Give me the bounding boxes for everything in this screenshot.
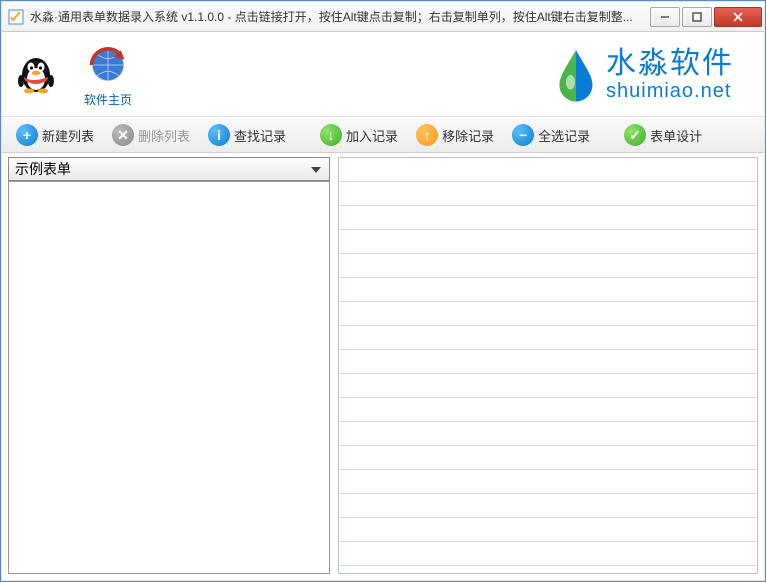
- new-list-button[interactable]: + 新建列表: [8, 120, 102, 150]
- home-launcher-label: 软件主页: [84, 91, 132, 108]
- find-record-button[interactable]: i 查找记录: [200, 120, 294, 150]
- plus-icon: +: [16, 124, 38, 146]
- grid-row[interactable]: [339, 374, 757, 398]
- window-title: 水淼·通用表单数据录入系统 v1.1.0.0 - 点击链接打开，按住Alt键点击…: [30, 8, 650, 25]
- app-icon: [8, 9, 24, 25]
- record-list[interactable]: [8, 181, 330, 574]
- close-button[interactable]: [714, 7, 762, 27]
- maximize-button[interactable]: [682, 7, 712, 27]
- brand-name-cn: 水淼软件: [606, 47, 734, 80]
- workarea: 示例表单: [2, 153, 764, 580]
- water-drop-icon: [554, 46, 598, 102]
- data-grid[interactable]: [338, 157, 758, 574]
- grid-row[interactable]: [339, 278, 757, 302]
- delete-list-button[interactable]: ✕ 删除列表: [104, 120, 198, 150]
- delete-list-label: 删除列表: [138, 126, 190, 145]
- grid-row[interactable]: [339, 422, 757, 446]
- form-design-label: 表单设计: [650, 126, 702, 145]
- add-record-button[interactable]: ↓ 加入记录: [312, 120, 406, 150]
- grid-row[interactable]: [339, 350, 757, 374]
- grid-row[interactable]: [339, 182, 757, 206]
- grid-row[interactable]: [339, 230, 757, 254]
- minimize-button[interactable]: [650, 7, 680, 27]
- arrow-down-icon: ↓: [320, 124, 342, 146]
- globe-refresh-icon: [84, 41, 132, 89]
- new-list-label: 新建列表: [42, 126, 94, 145]
- form-design-button[interactable]: ✓ 表单设计: [616, 120, 710, 150]
- grid-row[interactable]: [339, 470, 757, 494]
- header-area: 软件主页 水淼软件 shuimiao.net: [2, 32, 764, 117]
- grid-row[interactable]: [339, 302, 757, 326]
- grid-row[interactable]: [339, 326, 757, 350]
- titlebar: 水淼·通用表单数据录入系统 v1.1.0.0 - 点击链接打开，按住Alt键点击…: [2, 2, 764, 32]
- grid-row[interactable]: [339, 398, 757, 422]
- add-record-label: 加入记录: [346, 126, 398, 145]
- brand-logo: 水淼软件 shuimiao.net: [554, 46, 754, 102]
- brand-name-en: shuimiao.net: [606, 80, 734, 102]
- minus-icon: −: [512, 124, 534, 146]
- find-record-label: 查找记录: [234, 126, 286, 145]
- grid-row[interactable]: [339, 494, 757, 518]
- info-icon: i: [208, 124, 230, 146]
- remove-record-label: 移除记录: [442, 126, 494, 145]
- grid-row[interactable]: [339, 206, 757, 230]
- check-icon: ✓: [624, 124, 646, 146]
- grid-row[interactable]: [339, 518, 757, 542]
- remove-record-button[interactable]: ↑ 移除记录: [408, 120, 502, 150]
- left-pane: 示例表单: [8, 157, 330, 574]
- arrow-up-icon: ↑: [416, 124, 438, 146]
- toolbar: + 新建列表 ✕ 删除列表 i 查找记录 ↓ 加入记录 ↑ 移除记录 − 全选记…: [2, 117, 764, 153]
- form-selector-value: 示例表单: [15, 159, 71, 179]
- cross-icon: ✕: [112, 124, 134, 146]
- form-selector-combo[interactable]: 示例表单: [8, 157, 330, 181]
- select-all-button[interactable]: − 全选记录: [504, 120, 598, 150]
- grid-row[interactable]: [339, 446, 757, 470]
- grid-row[interactable]: [339, 158, 757, 182]
- qq-penguin-icon: [12, 49, 60, 97]
- qq-launcher[interactable]: [12, 49, 60, 99]
- select-all-label: 全选记录: [538, 126, 590, 145]
- home-launcher[interactable]: 软件主页: [84, 41, 132, 108]
- grid-row[interactable]: [339, 254, 757, 278]
- grid-row[interactable]: [339, 542, 757, 566]
